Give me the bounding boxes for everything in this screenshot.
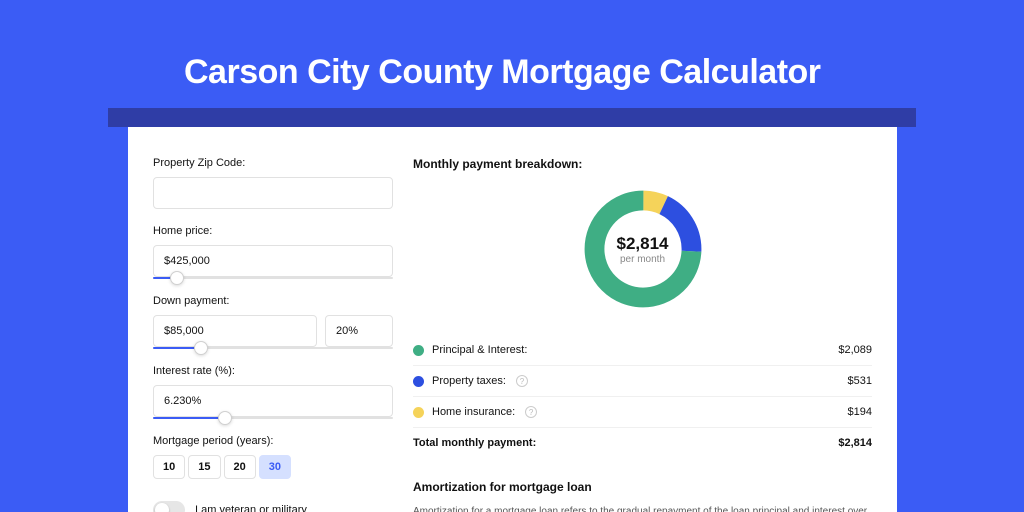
period-option-15[interactable]: 15: [188, 455, 220, 479]
legend-dot: [413, 376, 424, 387]
price-input[interactable]: [153, 245, 393, 277]
period-option-20[interactable]: 20: [224, 455, 256, 479]
down-slider[interactable]: [153, 347, 393, 349]
down-amount-input[interactable]: [153, 315, 317, 347]
legend-row: Property taxes:? $531: [413, 366, 872, 397]
rate-input[interactable]: [153, 385, 393, 417]
calculator-panel: Property Zip Code: Home price: Down paym…: [128, 127, 897, 512]
veteran-row: I am veteran or military: [153, 501, 393, 512]
donut-amount: $2,814: [617, 234, 669, 254]
page-title: Carson City County Mortgage Calculator: [184, 53, 1024, 92]
legend-value: $194: [848, 406, 872, 418]
legend-value: $531: [848, 375, 872, 387]
donut-chart: $2,814 per month: [579, 185, 707, 313]
donut-chart-wrap: $2,814 per month: [413, 185, 872, 313]
legend-value: $2,089: [838, 344, 872, 356]
period-option-30[interactable]: 30: [259, 455, 291, 479]
price-group: Home price:: [153, 225, 393, 279]
legend-total-label: Total monthly payment:: [413, 437, 536, 449]
breakdown-title: Monthly payment breakdown:: [413, 157, 872, 171]
price-label: Home price:: [153, 225, 393, 237]
period-label: Mortgage period (years):: [153, 435, 393, 447]
legend-total-value: $2,814: [838, 437, 872, 449]
period-group: Mortgage period (years): 10152030: [153, 435, 393, 479]
price-slider[interactable]: [153, 277, 393, 279]
legend-dot: [413, 345, 424, 356]
legend-dot: [413, 407, 424, 418]
period-option-10[interactable]: 10: [153, 455, 185, 479]
rate-label: Interest rate (%):: [153, 365, 393, 377]
veteran-label: I am veteran or military: [195, 504, 307, 512]
down-label: Down payment:: [153, 295, 393, 307]
breakdown-column: Monthly payment breakdown: $2,814 per mo…: [413, 157, 872, 512]
legend: Principal & Interest: $2,089 Property taxe…: [413, 335, 872, 458]
legend-label: Home insurance:: [432, 406, 515, 418]
zip-input[interactable]: [153, 177, 393, 209]
amortization-title: Amortization for mortgage loan: [413, 480, 872, 494]
legend-total-row: Total monthly payment: $2,814: [413, 428, 872, 458]
rate-group: Interest rate (%):: [153, 365, 393, 419]
down-percent-input[interactable]: [325, 315, 393, 347]
down-group: Down payment:: [153, 295, 393, 349]
banner-bar: [108, 108, 916, 127]
amortization-section: Amortization for mortgage loan Amortizat…: [413, 480, 872, 512]
info-icon[interactable]: ?: [525, 406, 537, 418]
rate-slider[interactable]: [153, 417, 393, 419]
toggle-knob: [155, 503, 169, 512]
amortization-body: Amortization for a mortgage loan refers …: [413, 504, 872, 512]
legend-row: Home insurance:? $194: [413, 397, 872, 428]
zip-group: Property Zip Code:: [153, 157, 393, 209]
rate-slider-thumb[interactable]: [218, 411, 232, 425]
veteran-toggle[interactable]: [153, 501, 185, 512]
info-icon[interactable]: ?: [516, 375, 528, 387]
legend-row: Principal & Interest: $2,089: [413, 335, 872, 366]
inputs-column: Property Zip Code: Home price: Down paym…: [153, 157, 393, 512]
down-slider-thumb[interactable]: [194, 341, 208, 355]
price-slider-thumb[interactable]: [170, 271, 184, 285]
legend-label: Principal & Interest:: [432, 344, 527, 356]
donut-subtitle: per month: [620, 254, 665, 265]
zip-label: Property Zip Code:: [153, 157, 393, 169]
legend-label: Property taxes:: [432, 375, 506, 387]
